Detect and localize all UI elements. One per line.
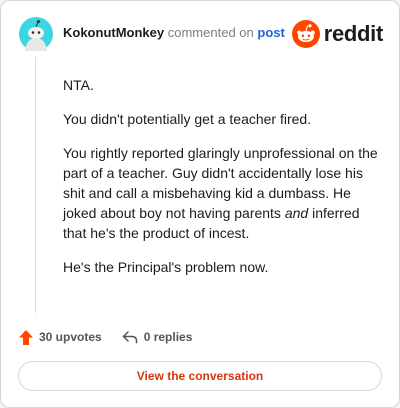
embedded-comment-card: KokonutMonkey commented on post reddit N…: [0, 0, 400, 408]
username[interactable]: KokonutMonkey: [63, 25, 164, 40]
comment-paragraph: You didn't potentially get a teacher fir…: [63, 111, 312, 127]
reddit-snoo-icon: [291, 20, 320, 48]
comment-actions: 30 upvotes 0 replies: [19, 327, 192, 347]
snoo-avatar-icon[interactable]: [19, 17, 53, 51]
thread-line: [35, 57, 36, 313]
comment-header: KokonutMonkey commented on post reddit: [19, 17, 385, 51]
reply-button[interactable]: 0 replies: [122, 330, 193, 344]
reply-arrow-icon: [122, 331, 137, 344]
reddit-logo[interactable]: reddit: [291, 19, 384, 49]
post-link[interactable]: post: [257, 25, 284, 40]
comment-body: NTA. You didn't potentially get a teache…: [63, 75, 383, 291]
comment-paragraph: He's the Principal's problem now.: [63, 259, 269, 275]
comment-byline: KokonutMonkey commented on post: [63, 25, 285, 41]
upvote-count: 30 upvotes: [39, 330, 102, 344]
action-text: commented on: [167, 25, 254, 40]
reply-count: 0 replies: [143, 330, 193, 344]
view-conversation-button[interactable]: View the conversation: [18, 361, 382, 391]
upvote-button[interactable]: 30 upvotes: [19, 329, 102, 345]
emphasized-word: and: [284, 205, 309, 221]
reddit-wordmark: reddit: [323, 21, 384, 46]
comment-paragraph: You rightly reported glaringly unprofess…: [63, 143, 383, 243]
upvote-arrow-icon: [19, 329, 33, 345]
comment-paragraph: NTA.: [63, 77, 94, 93]
